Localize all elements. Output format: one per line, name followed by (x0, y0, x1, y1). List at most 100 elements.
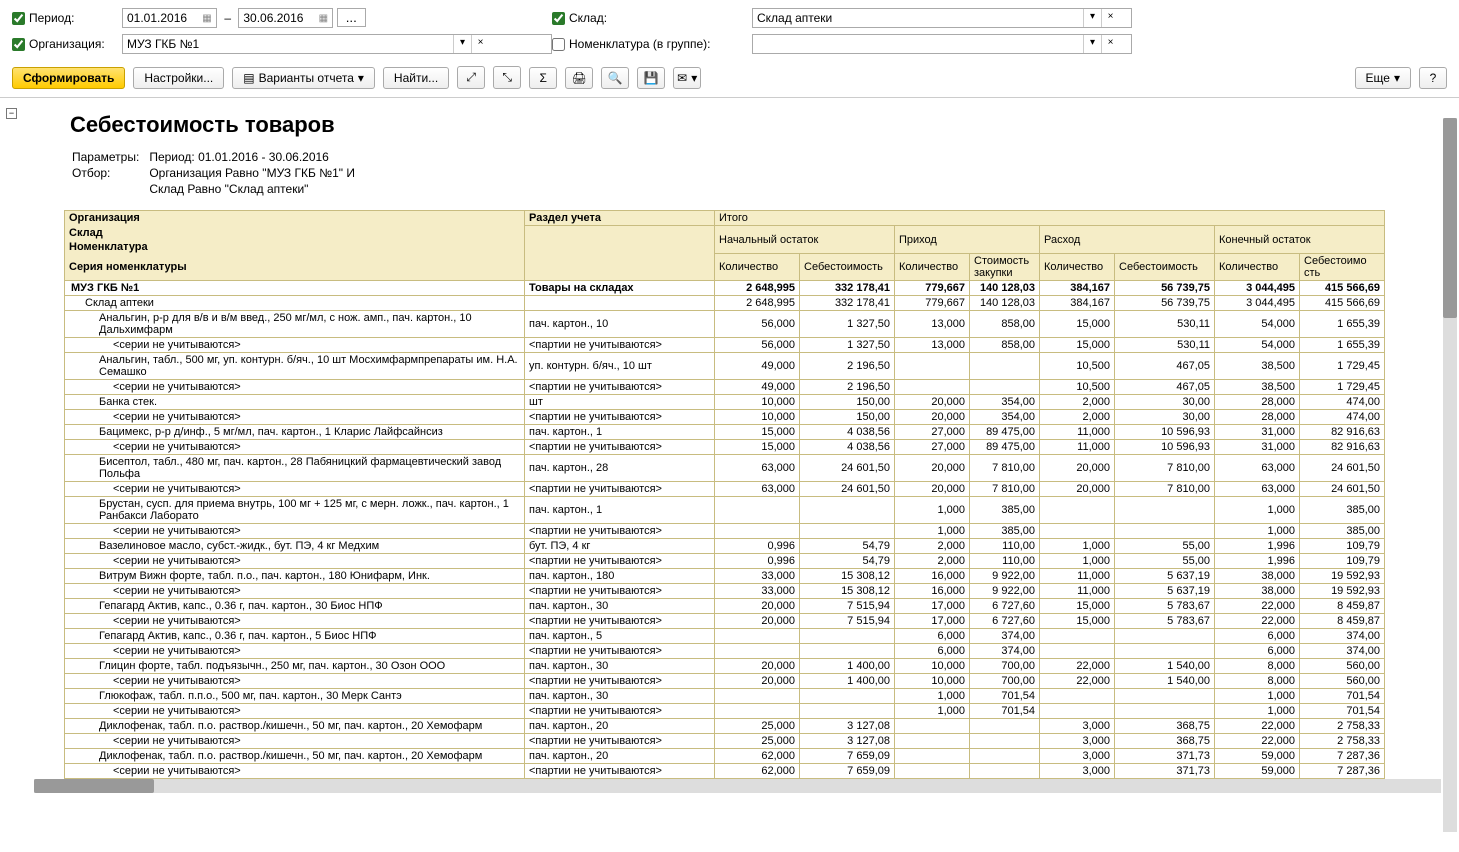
email-button[interactable]: ✉ ▾ (673, 67, 701, 89)
table-row[interactable]: Гепагард Актив, капс., 0.36 г, пач. карт… (65, 599, 1385, 614)
period-from-input[interactable] (123, 9, 198, 27)
table-row[interactable]: Вазелиновое масло, субст.-жидк., бут. ПЭ… (65, 539, 1385, 554)
table-row[interactable]: Анальгин, р-р для в/в и в/м введ., 250 м… (65, 311, 1385, 338)
table-row[interactable]: Бисептол, табл., 480 мг, пач. картон., 2… (65, 455, 1385, 482)
cell-name: <серии не учитываются> (65, 410, 525, 425)
org-checkbox[interactable] (12, 38, 25, 51)
table-row[interactable]: <серии не учитываются><партии не учитыва… (65, 644, 1385, 659)
variants-button[interactable]: ▤ Варианты отчета ▾ (232, 67, 375, 89)
report-area[interactable]: − Себестоимость товаров Параметры:Период… (0, 98, 1459, 830)
period-from-wrap[interactable]: ▦ (122, 8, 217, 28)
clear-icon[interactable]: × (471, 35, 489, 53)
table-row[interactable]: Диклофенак, табл. п.о. раствор./кишечн.,… (65, 719, 1385, 734)
report-params: Параметры:Период: 01.01.2016 - 30.06.201… (70, 148, 365, 198)
cell-value (895, 749, 970, 764)
calendar-icon[interactable]: ▦ (198, 13, 216, 24)
collapse-button[interactable]: ⤡ (493, 66, 521, 89)
table-row[interactable]: Глицин форте, табл. подъязычн., 250 мг, … (65, 659, 1385, 674)
org-input[interactable] (123, 35, 453, 53)
table-row[interactable]: <серии не учитываются><партии не учитыва… (65, 440, 1385, 455)
period-to-input[interactable] (239, 9, 314, 27)
sum-button[interactable]: Σ (529, 67, 557, 89)
more-button[interactable]: Еще ▾ (1355, 67, 1411, 89)
variants-label: Варианты отчета (259, 71, 354, 85)
dropdown-icon[interactable]: ▾ (1083, 9, 1101, 27)
cell-value (895, 734, 970, 749)
period-checkbox[interactable] (12, 12, 25, 25)
help-button[interactable]: ? (1419, 67, 1447, 89)
table-row[interactable]: МУЗ ГКБ №1Товары на складах2 648,995332 … (65, 281, 1385, 296)
cell-value: 31,000 (1215, 440, 1300, 455)
settings-button[interactable]: Настройки... (133, 67, 224, 89)
form-button[interactable]: Сформировать (12, 67, 125, 89)
table-row[interactable]: <серии не учитываются><партии не учитыва… (65, 410, 1385, 425)
vertical-scrollbar[interactable] (1443, 118, 1457, 832)
nomen-combo[interactable]: ▾× (752, 34, 1132, 54)
table-row[interactable]: <серии не учитываются><партии не учитыва… (65, 704, 1385, 719)
table-row[interactable]: <серии не учитываются><партии не учитыва… (65, 584, 1385, 599)
horizontal-scrollbar[interactable] (34, 779, 1441, 793)
save-button[interactable]: 💾 (637, 67, 665, 89)
print-button[interactable]: 🖨 (565, 67, 593, 89)
sklad-checkbox-label[interactable]: Склад: (552, 11, 752, 25)
table-row[interactable]: Диклофенак, табл. п.о. раствор./кишечн.,… (65, 749, 1385, 764)
sklad-input[interactable] (753, 9, 1083, 27)
cell-value: 11,000 (1040, 440, 1115, 455)
table-row[interactable]: Глюкофаж, табл. п.п.о., 500 мг, пач. кар… (65, 689, 1385, 704)
org-combo[interactable]: ▾× (122, 34, 552, 54)
cell-name: Витрум Вижн форте, табл. п.о., пач. карт… (65, 569, 525, 584)
cell-value: 31,000 (1215, 425, 1300, 440)
hdr-qty: Количество (715, 254, 800, 281)
cell-value: 3,000 (1040, 749, 1115, 764)
sklad-checkbox[interactable] (552, 12, 565, 25)
table-row[interactable]: <серии не учитываются><партии не учитыва… (65, 764, 1385, 779)
table-row[interactable]: Анальгин, табл., 500 мг, уп. контурн. б/… (65, 353, 1385, 380)
preview-button[interactable]: 🔍 (601, 67, 629, 89)
table-row[interactable]: Банка стек.шт10,000150,0020,000354,002,0… (65, 395, 1385, 410)
clear-icon[interactable]: × (1101, 9, 1119, 27)
nomen-input[interactable] (753, 35, 1083, 53)
cell-value (970, 380, 1040, 395)
table-row[interactable]: Бацимекс, р-р д/инф., 5 мг/мл, пач. карт… (65, 425, 1385, 440)
scrollbar-thumb[interactable] (34, 779, 154, 793)
cell-value: 701,54 (970, 704, 1040, 719)
cell-value: 59,000 (1215, 749, 1300, 764)
dropdown-icon[interactable]: ▾ (1083, 35, 1101, 53)
table-row[interactable]: <серии не учитываются><партии не учитыва… (65, 482, 1385, 497)
cell-pack: пач. картон., 5 (525, 629, 715, 644)
table-row[interactable]: Витрум Вижн форте, табл. п.о., пач. карт… (65, 569, 1385, 584)
expand-button[interactable]: ⤢ (457, 66, 485, 89)
cell-value: 22,000 (1215, 719, 1300, 734)
nomen-checkbox-label[interactable]: Номенклатура (в группе): (552, 37, 752, 51)
table-row[interactable]: <серии не учитываются><партии не учитыва… (65, 554, 1385, 569)
cell-value: 1,000 (1215, 524, 1300, 539)
period-checkbox-label[interactable]: Период: (12, 11, 122, 25)
hdr-qty: Количество (1215, 254, 1300, 281)
table-row[interactable]: <серии не учитываются><партии не учитыва… (65, 380, 1385, 395)
table-row[interactable]: <серии не учитываются><партии не учитыва… (65, 338, 1385, 353)
collapse-toggle[interactable]: − (6, 108, 17, 119)
nomen-checkbox[interactable] (552, 38, 565, 51)
table-row[interactable]: <серии не учитываются><партии не учитыва… (65, 524, 1385, 539)
calendar-icon[interactable]: ▦ (314, 13, 332, 24)
table-row[interactable]: <серии не учитываются><партии не учитыва… (65, 734, 1385, 749)
cell-value: 24 601,50 (1300, 482, 1385, 497)
org-checkbox-label[interactable]: Организация: (12, 37, 122, 51)
cell-value: 5 637,19 (1115, 569, 1215, 584)
table-row[interactable]: Гепагард Актив, капс., 0.36 г, пач. карт… (65, 629, 1385, 644)
table-row[interactable]: <серии не учитываются><партии не учитыва… (65, 614, 1385, 629)
clear-icon[interactable]: × (1101, 35, 1119, 53)
dropdown-icon[interactable]: ▾ (453, 35, 471, 53)
cell-value: 150,00 (800, 395, 895, 410)
period-dots-button[interactable]: ... (337, 8, 366, 27)
table-row[interactable]: Склад аптеки2 648,995332 178,41779,66714… (65, 296, 1385, 311)
find-button[interactable]: Найти... (383, 67, 449, 89)
cell-value (715, 629, 800, 644)
sklad-combo[interactable]: ▾× (752, 8, 1132, 28)
scrollbar-thumb[interactable] (1443, 118, 1457, 318)
table-row[interactable]: Брустан, сусп. для приема внутрь, 100 мг… (65, 497, 1385, 524)
period-to-wrap[interactable]: ▦ (238, 8, 333, 28)
table-row[interactable]: <серии не учитываются><партии не учитыва… (65, 674, 1385, 689)
report-title: Себестоимость товаров (70, 112, 1459, 138)
cell-value (800, 629, 895, 644)
